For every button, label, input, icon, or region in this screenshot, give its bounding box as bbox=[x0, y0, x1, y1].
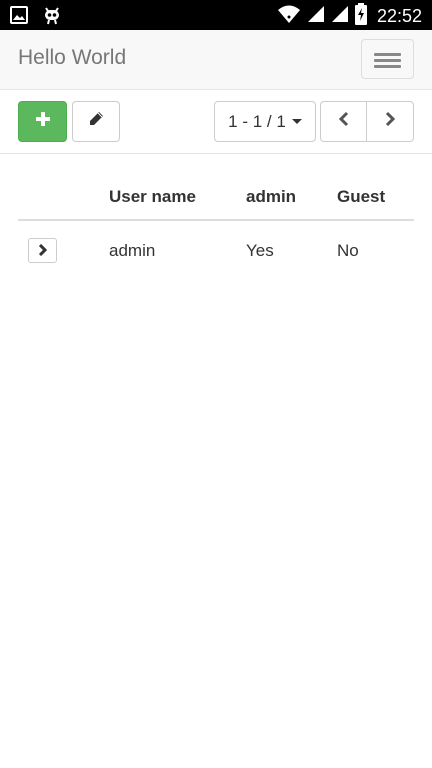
chevron-right-icon bbox=[38, 241, 48, 261]
expand-cell bbox=[18, 220, 109, 280]
guest-cell: No bbox=[337, 240, 359, 260]
column-header-guest[interactable]: Guest bbox=[337, 175, 414, 221]
chevron-left-icon bbox=[338, 111, 350, 132]
toolbar: 1 - 1 / 1 bbox=[0, 90, 432, 154]
pagination-dropdown[interactable]: 1 - 1 / 1 bbox=[214, 101, 316, 142]
add-button[interactable] bbox=[18, 101, 67, 142]
column-header-expand bbox=[18, 175, 109, 221]
column-header-admin[interactable]: admin bbox=[246, 175, 337, 221]
plus-icon bbox=[35, 111, 51, 132]
hamburger-menu-button[interactable] bbox=[361, 39, 414, 79]
signal-icon bbox=[331, 5, 349, 28]
pencil-icon bbox=[88, 111, 104, 132]
users-table: User name admin Guest admin Yes No bbox=[18, 175, 414, 280]
signal-icon bbox=[307, 5, 325, 28]
previous-page-button[interactable] bbox=[320, 101, 367, 142]
user-name-cell: admin bbox=[109, 240, 156, 260]
caret-down-icon bbox=[291, 119, 302, 124]
next-page-button[interactable] bbox=[366, 101, 414, 142]
chevron-right-icon bbox=[384, 111, 396, 132]
admin-cell: Yes bbox=[246, 240, 274, 260]
app-brand[interactable]: Hello World bbox=[18, 46, 126, 70]
table-row[interactable]: admin Yes No bbox=[18, 220, 414, 280]
pagination-label: 1 - 1 / 1 bbox=[228, 111, 286, 131]
image-icon bbox=[10, 6, 28, 29]
wifi-icon bbox=[277, 4, 301, 29]
battery-charging-icon bbox=[354, 3, 367, 30]
robot-icon bbox=[42, 5, 62, 30]
edit-button[interactable] bbox=[72, 101, 120, 142]
expand-row-button[interactable] bbox=[28, 238, 57, 263]
column-header-user-name[interactable]: User name bbox=[109, 175, 246, 221]
status-bar: 22:52 bbox=[0, 0, 432, 30]
clock-time: 22:52 bbox=[376, 6, 422, 26]
navbar: Hello World bbox=[0, 30, 432, 90]
table-header-row: User name admin Guest bbox=[18, 175, 414, 221]
